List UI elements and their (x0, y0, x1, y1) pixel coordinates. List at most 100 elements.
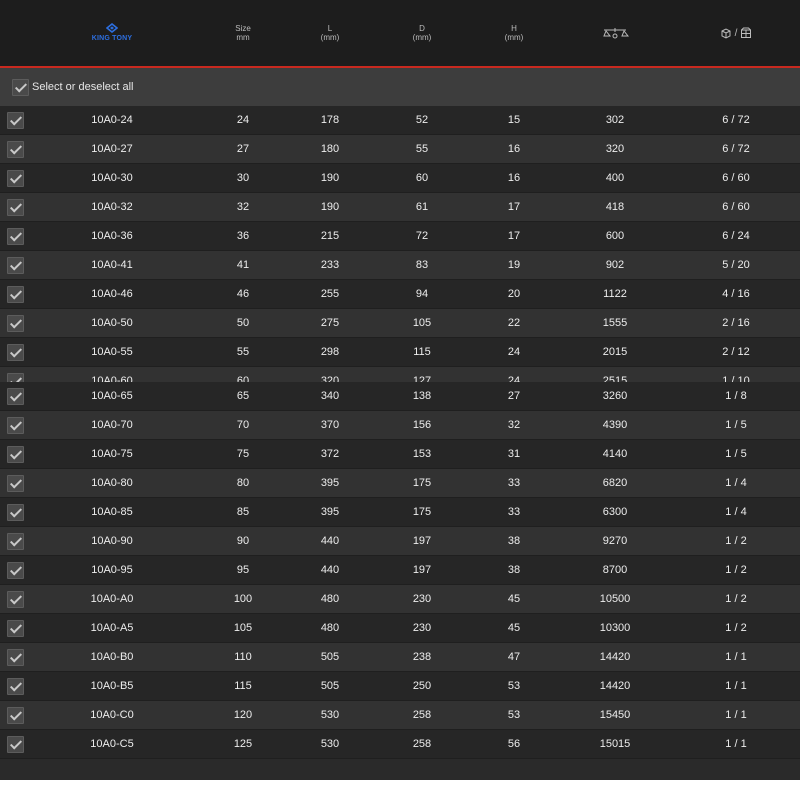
brand-logo: KING TONY (42, 0, 182, 66)
weight-scale-icon (603, 28, 629, 39)
row-checkbox[interactable] (7, 678, 24, 695)
row-checkbox[interactable] (7, 562, 24, 579)
row-checkbox[interactable] (7, 141, 24, 158)
size-cell: 41 (236, 259, 250, 271)
height-cell: 17 (507, 201, 521, 213)
table-row[interactable]: 10A0-50 50 275 105 22 1555 2 / 16 (0, 309, 800, 338)
diameter-cell: 115 (413, 346, 431, 358)
length-cell: 298 (320, 346, 340, 358)
row-checkbox[interactable] (7, 591, 24, 608)
table-row[interactable]: 10A0-65 65 340 138 27 3260 1 / 8 (0, 382, 800, 411)
row-checkbox[interactable] (7, 475, 24, 492)
size-cell: 70 (236, 419, 250, 431)
length-cell: 370 (320, 419, 340, 431)
weight-cell: 4140 (602, 448, 628, 460)
length-cell: 372 (320, 448, 340, 460)
model-cell: 10A0-50 (91, 317, 133, 329)
weight-cell: 400 (605, 172, 625, 184)
select-all-checkbox[interactable] (12, 78, 29, 96)
diameter-cell: 175 (412, 506, 432, 518)
height-cell: 19 (507, 259, 521, 271)
length-cell: 190 (320, 172, 340, 184)
quantity-cell: 1 / 4 (725, 477, 747, 489)
table-row[interactable]: 10A0-32 32 190 61 17 418 6 / 60 (0, 193, 800, 222)
table-row[interactable]: 10A0-27 27 180 55 16 320 6 / 72 (0, 135, 800, 164)
table-row[interactable]: 10A0-B0 110 505 238 47 14420 1 / 1 (0, 643, 800, 672)
quantity-cell: 2 / 12 (722, 346, 750, 358)
weight-cell: 15015 (599, 738, 631, 750)
size-cell: 30 (236, 172, 250, 184)
row-checkbox[interactable] (7, 707, 24, 724)
row-checkbox[interactable] (7, 199, 24, 216)
quantity-cell: 1 / 1 (725, 738, 747, 750)
table-row[interactable]: 10A0-41 41 233 83 19 902 5 / 20 (0, 251, 800, 280)
column-header-height: H (mm) (504, 24, 524, 42)
table-row[interactable]: 10A0-C0 120 530 258 53 15450 1 / 1 (0, 701, 800, 730)
table-row[interactable]: 10A0-80 80 395 175 33 6820 1 / 4 (0, 469, 800, 498)
diameter-cell: 230 (412, 593, 432, 605)
row-checkbox[interactable] (7, 228, 24, 245)
length-cell: 233 (320, 259, 340, 271)
row-checkbox[interactable] (7, 315, 24, 332)
length-cell: 178 (320, 114, 340, 126)
table-row[interactable]: 10A0-A0 100 480 230 45 10500 1 / 2 (0, 585, 800, 614)
size-cell: 95 (236, 564, 250, 576)
height-cell: 33 (507, 506, 521, 518)
table-row[interactable]: 10A0-95 95 440 197 38 8700 1 / 2 (0, 556, 800, 585)
height-cell: 47 (507, 651, 521, 663)
row-checkbox[interactable] (7, 533, 24, 550)
table-row[interactable]: 10A0-85 85 395 175 33 6300 1 / 4 (0, 498, 800, 527)
table-row[interactable]: 10A0-A5 105 480 230 45 10300 1 / 2 (0, 614, 800, 643)
table-row[interactable]: 10A0-36 36 215 72 17 600 6 / 24 (0, 222, 800, 251)
table-row[interactable]: 10A0-75 75 372 153 31 4140 1 / 5 (0, 440, 800, 469)
row-checkbox[interactable] (7, 112, 24, 129)
table-row[interactable]: 10A0-C5 125 530 258 56 15015 1 / 1 (0, 730, 800, 759)
table-row[interactable]: 10A0-46 46 255 94 20 1122 4 / 16 (0, 280, 800, 309)
table-row[interactable]: 10A0-70 70 370 156 32 4390 1 / 5 (0, 411, 800, 440)
row-checkbox[interactable] (7, 344, 24, 361)
row-checkbox[interactable] (7, 446, 24, 463)
table-row[interactable]: 10A0-30 30 190 60 16 400 6 / 60 (0, 164, 800, 193)
weight-cell: 3260 (602, 390, 628, 402)
length-cell: 505 (320, 680, 340, 692)
carton-box-icon (741, 27, 752, 38)
height-cell: 56 (507, 738, 521, 750)
row-checkbox[interactable] (7, 620, 24, 637)
row-checkbox[interactable] (7, 504, 24, 521)
size-cell: 85 (236, 506, 250, 518)
model-cell: 10A0-A0 (90, 593, 134, 605)
product-spec-table: KING TONY Size mm L (mm) D (mm) H (mm) /… (0, 0, 800, 780)
row-checkbox[interactable] (7, 170, 24, 187)
quantity-cell: 6 / 72 (722, 114, 750, 126)
height-cell: 53 (507, 680, 521, 692)
row-checkbox[interactable] (7, 736, 24, 753)
model-cell: 10A0-95 (91, 564, 133, 576)
model-cell: 10A0-55 (91, 346, 133, 358)
table-row[interactable]: 10A0-B5 115 505 250 53 14420 1 / 1 (0, 672, 800, 701)
table-row[interactable]: 10A0-24 24 178 52 15 302 6 / 72 (0, 106, 800, 135)
height-cell: 31 (507, 448, 521, 460)
diameter-cell: 105 (412, 317, 432, 329)
model-cell: 10A0-85 (91, 506, 133, 518)
size-cell: 120 (233, 709, 253, 721)
height-cell: 24 (507, 346, 521, 358)
row-checkbox[interactable] (7, 649, 24, 666)
table-row[interactable]: 10A0-90 90 440 197 38 9270 1 / 2 (0, 527, 800, 556)
weight-cell: 9270 (602, 535, 628, 547)
select-all-row[interactable]: Select or deselect all (0, 68, 800, 107)
length-cell: 215 (320, 230, 340, 242)
model-cell: 10A0-C5 (90, 738, 134, 750)
height-cell: 38 (507, 535, 521, 547)
row-checkbox[interactable] (7, 257, 24, 274)
select-all-label: Select or deselect all (32, 81, 134, 93)
row-checkbox[interactable] (7, 417, 24, 434)
weight-cell: 418 (605, 201, 625, 213)
table-row[interactable]: 10A0-55 55 298 115 24 2015 2 / 12 (0, 338, 800, 367)
column-header-weight (580, 0, 650, 66)
diameter-cell: 60 (415, 172, 429, 184)
diameter-cell: 156 (412, 419, 432, 431)
brand-name: KING TONY (91, 35, 133, 42)
row-checkbox[interactable] (7, 388, 24, 405)
model-cell: 10A0-C0 (90, 709, 134, 721)
row-checkbox[interactable] (7, 286, 24, 303)
